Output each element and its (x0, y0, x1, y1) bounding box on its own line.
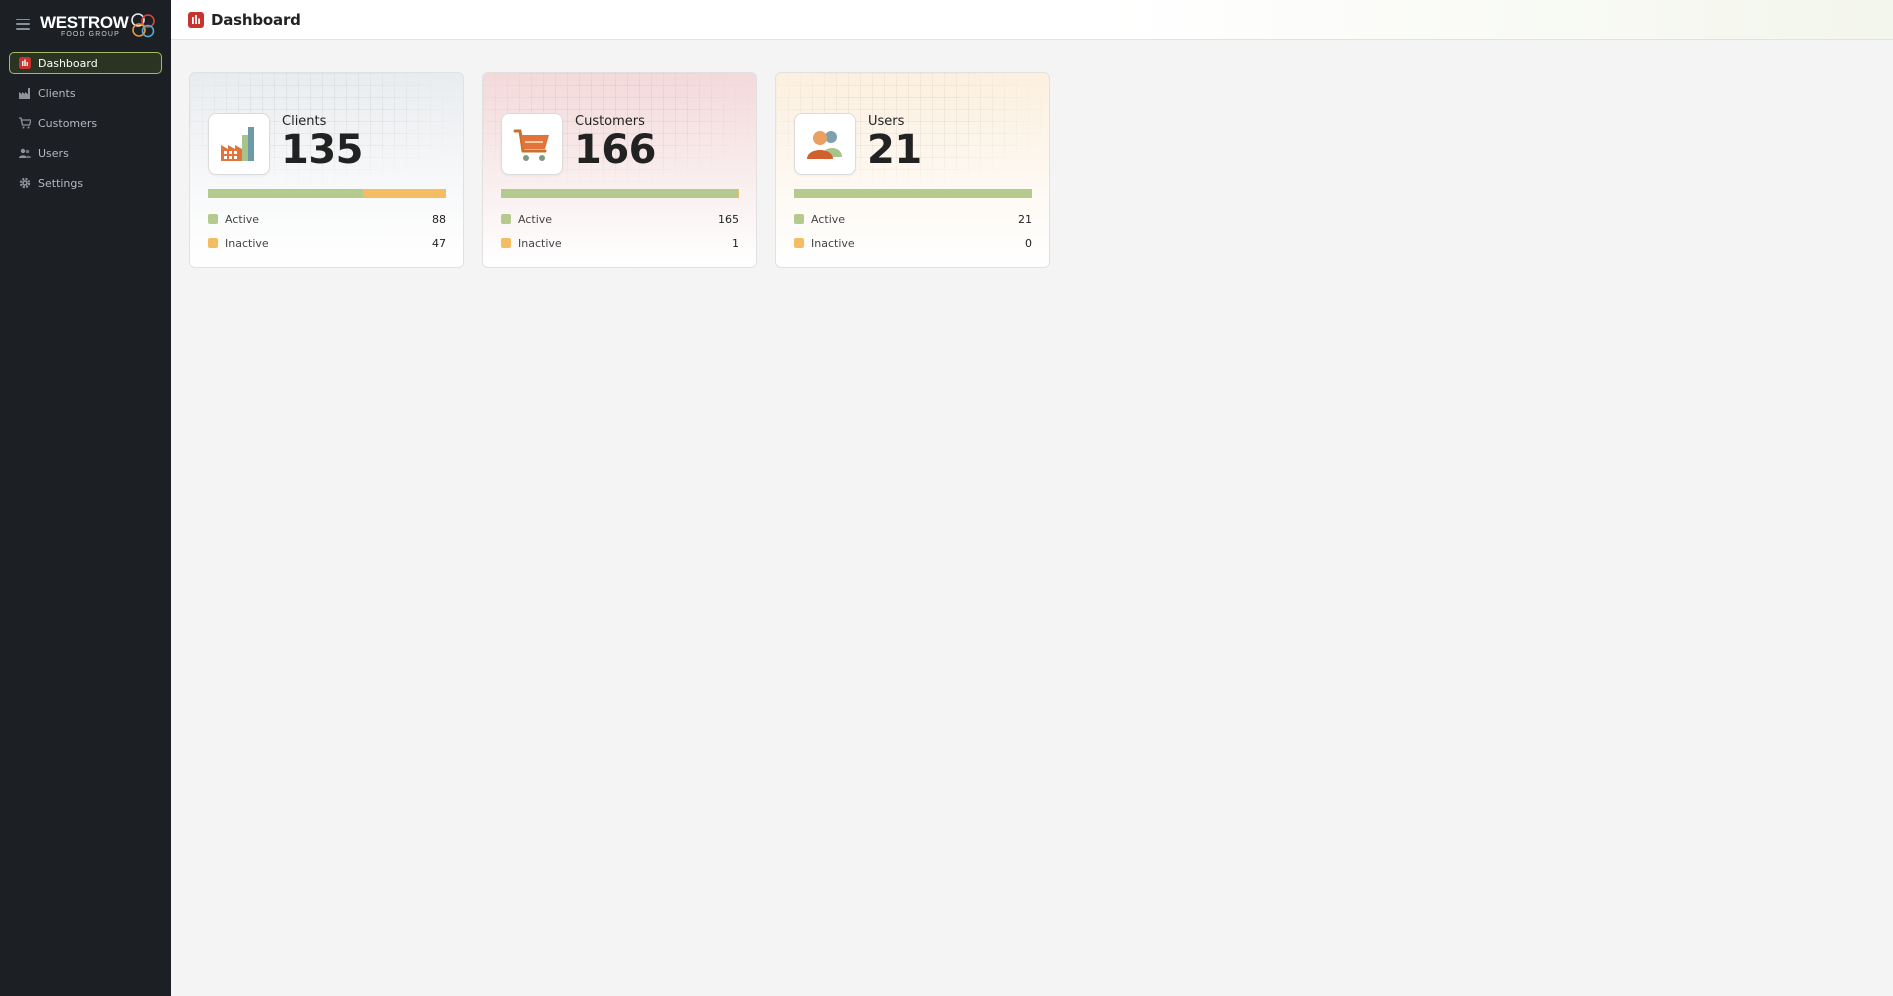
active-segment (794, 189, 1032, 198)
legend-value: 47 (432, 236, 446, 250)
sidebar-item-users[interactable]: Users (9, 142, 162, 164)
inactive-segment (737, 189, 739, 198)
legend-label: Active (811, 212, 846, 226)
card-legend: Active 88 Inactive 47 (208, 211, 446, 259)
brand-rings-icon (131, 13, 155, 38)
inactive-swatch (501, 238, 511, 248)
stats-cards: Clients 135 Active 88 Inactive 47 Custom… (189, 72, 1050, 268)
legend-value: 88 (432, 212, 446, 226)
sidebar: WESTROW FOOD GROUP Dashboard Clients Cus… (0, 0, 171, 996)
status-bar (208, 189, 446, 198)
sidebar-item-dashboard[interactable]: Dashboard (9, 52, 162, 74)
active-swatch (208, 214, 218, 224)
legend-row-active: Active 165 (501, 211, 739, 227)
sidebar-item-label: Users (38, 146, 69, 160)
factory-icon (208, 113, 270, 175)
brand-bar: WESTROW FOOD GROUP (0, 0, 171, 48)
chart-icon (19, 57, 31, 69)
card-count: 135 (281, 127, 364, 173)
inactive-swatch (208, 238, 218, 248)
status-bar (794, 189, 1032, 198)
brand-logo[interactable]: WESTROW FOOD GROUP (40, 9, 156, 39)
cart-icon (19, 117, 31, 129)
legend-label: Inactive (811, 236, 855, 250)
legend-label: Inactive (225, 236, 269, 250)
gear-icon (19, 177, 31, 189)
factory-icon (19, 87, 31, 99)
legend-row-active: Active 88 (208, 211, 446, 227)
page-title: Dashboard (211, 10, 301, 29)
sidebar-item-label: Customers (38, 116, 98, 130)
stat-card-users[interactable]: Users 21 Active 21 Inactive 0 (775, 72, 1050, 268)
sidebar-item-label: Clients (38, 86, 76, 100)
sidebar-item-settings[interactable]: Settings (9, 172, 162, 194)
legend-label: Inactive (518, 236, 562, 250)
sidebar-item-customers[interactable]: Customers (9, 112, 162, 134)
sidebar-item-label: Dashboard (38, 56, 98, 70)
cart-icon (501, 113, 563, 175)
legend-value: 1 (732, 236, 739, 250)
inactive-swatch (794, 238, 804, 248)
status-bar (501, 189, 739, 198)
card-count: 166 (574, 127, 657, 173)
users-icon (19, 147, 31, 159)
sidebar-item-clients[interactable]: Clients (9, 82, 162, 104)
legend-value: 21 (1018, 212, 1032, 226)
active-segment (501, 189, 738, 198)
card-legend: Active 21 Inactive 0 (794, 211, 1032, 259)
active-segment (208, 189, 364, 198)
sidebar-item-label: Settings (38, 176, 84, 190)
legend-row-inactive: Inactive 1 (501, 235, 739, 251)
sidebar-nav: Dashboard Clients Customers Users Settin… (0, 48, 171, 206)
active-swatch (794, 214, 804, 224)
active-swatch (501, 214, 511, 224)
chart-icon (188, 11, 204, 28)
legend-label: Active (518, 212, 553, 226)
legend-row-inactive: Inactive 47 (208, 235, 446, 251)
legend-row-active: Active 21 (794, 211, 1032, 227)
legend-value: 165 (718, 212, 739, 226)
legend-row-inactive: Inactive 0 (794, 235, 1032, 251)
brand-name: WESTROW (40, 13, 129, 32)
legend-value: 0 (1025, 236, 1032, 250)
stat-card-customers[interactable]: Customers 166 Active 165 Inactive 1 (482, 72, 757, 268)
stat-card-clients[interactable]: Clients 135 Active 88 Inactive 47 (189, 72, 464, 268)
brand-subtitle: FOOD GROUP (61, 31, 120, 38)
legend-label: Active (225, 212, 260, 226)
inactive-segment (363, 189, 446, 198)
card-legend: Active 165 Inactive 1 (501, 211, 739, 259)
menu-toggle-icon[interactable] (16, 18, 30, 30)
page-header: Dashboard (171, 0, 1893, 40)
users-icon (794, 113, 856, 175)
card-count: 21 (867, 127, 922, 173)
